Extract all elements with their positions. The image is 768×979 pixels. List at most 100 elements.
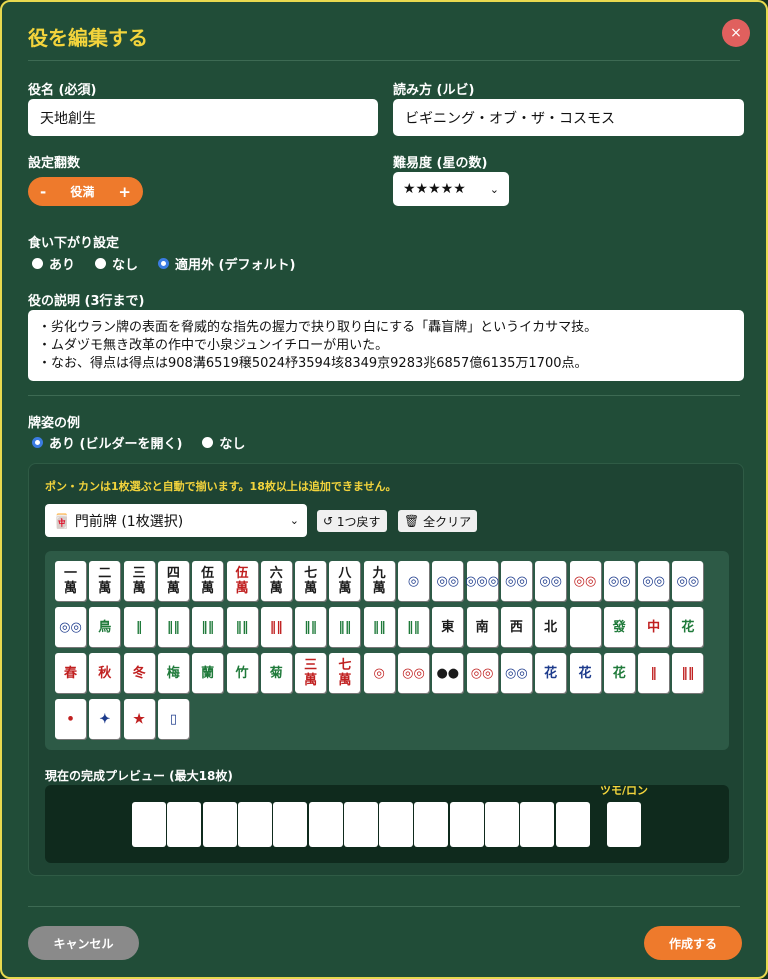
mahjong-tile[interactable]: ‖‖ [226,607,258,647]
mahjong-tile[interactable]: ◎ [398,561,429,601]
mahjong-tile[interactable]: ◎◎ [500,561,532,601]
kuisagari-option-default[interactable]: 適用外 (デフォルト) [158,254,295,273]
preview-tile-slot[interactable] [379,802,414,847]
preview-tile-slot[interactable] [202,802,237,847]
description-field[interactable]: ・劣化ウラン牌の表面を脅威的な指先の握力で抉り取り白にする「轟盲牌」というイカサ… [28,310,744,381]
mahjong-tile[interactable]: ‖‖ [295,607,327,647]
mahjong-tile[interactable]: 花 [569,653,601,693]
mahjong-tile[interactable]: 八 萬 [329,561,361,601]
mahjong-tile[interactable]: • [55,699,86,739]
mahjong-tile[interactable]: ◎◎ [55,607,86,647]
preview-tile-slot[interactable] [132,802,166,847]
mahjong-tile[interactable]: ‖ [123,607,155,647]
mahjong-tile[interactable]: 一 萬 [55,561,86,601]
mahjong-tile[interactable]: 七 萬 [295,561,327,601]
mahjong-tile[interactable]: 西 [500,607,532,647]
mahjong-tile[interactable]: ▯ [157,699,189,739]
mahjong-tile[interactable]: ‖‖ [363,607,395,647]
mahjong-tile[interactable]: 四 萬 [157,561,189,601]
preview-tile-slot[interactable] [237,802,272,847]
mahjong-tile[interactable]: ‖‖ [157,607,189,647]
mahjong-tile[interactable]: 鳥 [89,607,121,647]
mahjong-tile[interactable]: 發 [603,607,635,647]
preview-tile-slot[interactable] [449,802,484,847]
radio-checked-icon [158,258,170,269]
mahjong-tile[interactable]: 東 [432,607,464,647]
preview-tile-slot[interactable] [555,802,590,847]
mahjong-tile[interactable]: ✦ [89,699,121,739]
han-stepper: - 役満 + [28,177,143,206]
name-field[interactable]: 天地創生 [28,99,378,136]
preview-tile-slot[interactable] [343,802,378,847]
mahjong-tile[interactable]: ‖ [638,653,670,693]
difficulty-select[interactable]: ★★★★★ ⌄ [393,172,509,206]
mahjong-tile[interactable]: 花 [603,653,635,693]
mahjong-tile[interactable]: 伍 萬 [192,561,224,601]
mahjong-tile[interactable]: ◎◎ [466,653,498,693]
mahjong-tile[interactable]: 三 萬 [295,653,327,693]
mahjong-tile[interactable]: ◎ [363,653,395,693]
mahjong-tile[interactable]: ◎◎ [603,561,635,601]
mahjong-tile[interactable]: 伍 萬 [226,561,258,601]
mahjong-tile[interactable]: ◎◎ [672,561,704,601]
mahjong-tile[interactable]: 七 萬 [329,653,361,693]
mahjong-tile[interactable]: ◎◎ [569,561,601,601]
mahjong-tile[interactable]: ◎◎ [638,561,670,601]
mahjong-tile[interactable]: ‖‖ [398,607,429,647]
mahjong-tile[interactable]: ‖‖ [192,607,224,647]
preview-tile-slot[interactable] [485,802,519,847]
mahjong-tile[interactable]: 菊 [260,653,292,693]
mahjong-tile[interactable]: 中 [638,607,670,647]
mahjong-tile[interactable]: 秋 [89,653,121,693]
cancel-button[interactable]: キャンセル [28,926,139,960]
mahjong-tile[interactable]: ●● [432,653,464,693]
mahjong-tile[interactable]: ‖‖ [260,607,292,647]
mahjong-tile[interactable]: ‖‖ [672,653,704,693]
mahjong-tile[interactable]: 北 [535,607,567,647]
preview-tile-slot[interactable] [167,802,202,847]
mahjong-tile[interactable]: ◎◎◎ [465,561,499,601]
mahjong-tile[interactable] [569,607,601,647]
mahjong-tile[interactable]: ◎◎ [398,653,429,693]
difficulty-label: 難易度 (星の数) [393,156,488,171]
preview-tile-slot[interactable] [414,802,449,847]
name-label: 役名 (必須) [28,83,97,98]
mahjong-tile[interactable]: 春 [55,653,86,693]
undo-button[interactable]: ↺ 1つ戻す [317,510,387,532]
mahjong-tile[interactable]: 花 [672,607,704,647]
tile-type-value: 門前牌 (1枚選択) [74,513,184,530]
kuisagari-option-nashi[interactable]: なし [95,254,138,273]
create-button[interactable]: 作成する [644,926,742,960]
mahjong-tile[interactable]: 三 萬 [123,561,155,601]
mahjong-tile[interactable]: 六 萬 [260,561,292,601]
tile-type-select[interactable]: 🀄 門前牌 (1枚選択) ⌄ [45,504,307,537]
mahjong-tile[interactable]: ‖‖ [329,607,361,647]
mahjong-tile[interactable]: 南 [466,607,498,647]
kuisagari-option-ari[interactable]: あり [32,254,75,273]
preview-tile-slot[interactable] [273,802,308,847]
mahjong-tile[interactable]: 梅 [157,653,189,693]
mahjong-tile[interactable]: 九 萬 [363,561,395,601]
preview-tile-slot[interactable] [520,802,555,847]
mahjong-tile[interactable]: ◎◎ [500,653,532,693]
mahjong-tile[interactable]: 蘭 [192,653,224,693]
mahjong-tile[interactable]: ◎◎ [535,561,567,601]
preview-tile-slot[interactable] [308,802,343,847]
example-radio-group: あり (ビルダーを開く) なし [32,433,265,452]
mahjong-tile[interactable]: 二 萬 [89,561,121,601]
example-option-nashi[interactable]: なし [202,433,245,452]
mahjong-tile[interactable]: 花 [535,653,567,693]
reading-field[interactable]: ビギニング・オブ・ザ・コスモス [393,99,744,136]
mahjong-tile[interactable]: 冬 [123,653,155,693]
han-plus-button[interactable]: + [118,183,131,201]
reading-label: 読み方 (ルビ) [393,83,475,98]
clear-all-button[interactable]: 🗑 全クリア [398,510,478,532]
close-button[interactable]: × [722,19,750,47]
preview-tsumo-slot[interactable] [607,802,641,847]
mahjong-tile[interactable]: ★ [123,699,155,739]
mahjong-tile[interactable]: ◎◎ [432,561,464,601]
mahjong-tile[interactable]: 竹 [226,653,258,693]
example-option-ari[interactable]: あり (ビルダーを開く) [32,433,182,452]
divider [28,395,740,396]
han-minus-button[interactable]: - [40,183,46,201]
